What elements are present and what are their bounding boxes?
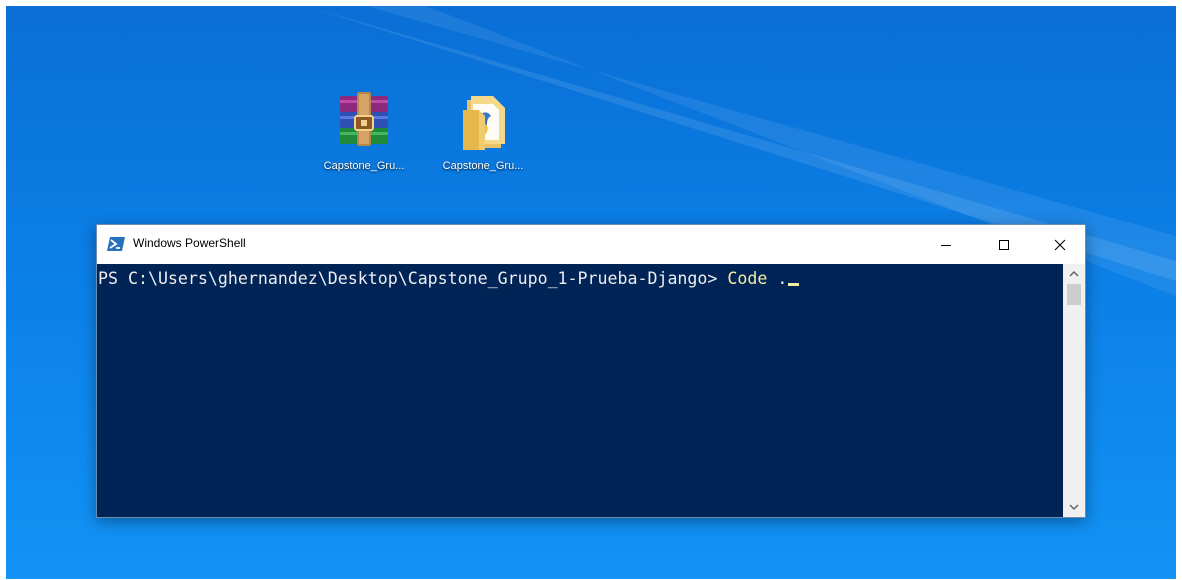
close-icon bbox=[1054, 239, 1066, 250]
powershell-window[interactable]: Windows PowerShell PS C:\Users\ghernande… bbox=[96, 224, 1086, 518]
scroll-down-button[interactable] bbox=[1063, 499, 1085, 515]
chevron-down-icon bbox=[1069, 504, 1079, 510]
powershell-icon bbox=[107, 237, 125, 251]
maximize-icon bbox=[999, 239, 1009, 250]
window-titlebar[interactable]: Windows PowerShell bbox=[97, 225, 1085, 264]
terminal-argument: . bbox=[767, 269, 788, 288]
desktop-icon-label: Capstone_Gru... bbox=[442, 160, 524, 172]
scrollbar-thumb[interactable] bbox=[1067, 284, 1081, 305]
desktop-icon-folder[interactable]: Capstone_Gru... bbox=[433, 90, 533, 190]
scroll-up-button[interactable] bbox=[1063, 266, 1085, 282]
close-button[interactable] bbox=[1037, 225, 1083, 264]
desktop-background: Capstone_Gru... Capstone_Gru... Windows … bbox=[6, 6, 1176, 579]
chevron-up-icon bbox=[1069, 271, 1079, 277]
desktop-icon-archive[interactable]: Capstone_Gru... bbox=[314, 90, 414, 190]
winrar-archive-icon bbox=[340, 92, 388, 146]
minimize-button[interactable] bbox=[923, 225, 969, 264]
vertical-scrollbar[interactable] bbox=[1063, 264, 1085, 517]
window-title: Windows PowerShell bbox=[133, 236, 246, 250]
maximize-button[interactable] bbox=[981, 225, 1027, 264]
terminal-prompt: PS C:\Users\ghernandez\Desktop\Capstone_… bbox=[98, 269, 728, 288]
minimize-icon bbox=[941, 244, 951, 246]
terminal-line: PS C:\Users\ghernandez\Desktop\Capstone_… bbox=[98, 268, 800, 290]
desktop-icon-label: Capstone_Gru... bbox=[323, 160, 405, 172]
terminal-cursor bbox=[788, 283, 800, 286]
terminal-output[interactable]: PS C:\Users\ghernandez\Desktop\Capstone_… bbox=[97, 264, 1063, 517]
terminal-command: Code bbox=[727, 269, 768, 288]
folder-icon bbox=[463, 96, 505, 150]
